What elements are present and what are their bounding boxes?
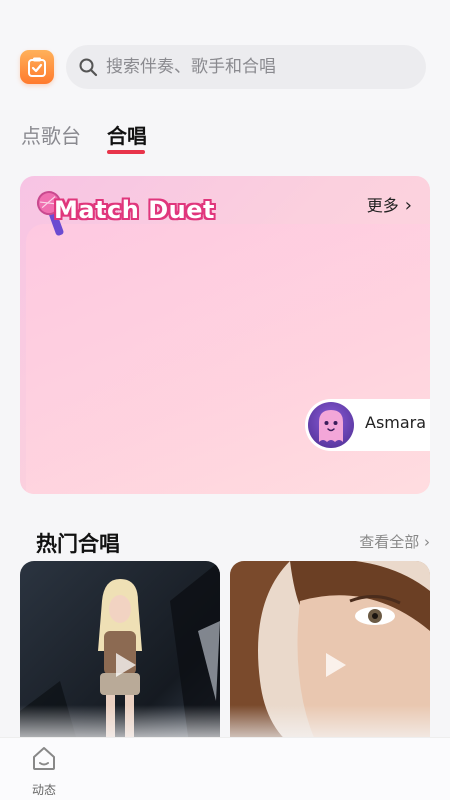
top-bar — [0, 0, 450, 110]
bottom-nav: 动态 — [0, 737, 450, 800]
view-all-label: 查看全部 — [359, 533, 420, 551]
tab-song-station[interactable]: 点歌台 — [21, 120, 81, 149]
more-label: 更多 — [366, 196, 399, 215]
tab-duet[interactable]: 合唱 — [107, 120, 147, 149]
matched-user-chip[interactable]: Asmara — [305, 399, 430, 451]
view-all-link[interactable]: 查看全部 › — [359, 531, 430, 552]
match-duet-banner[interactable]: Match Duet 更多 › Asmara — [20, 176, 430, 494]
active-tab-indicator — [107, 150, 145, 154]
chevron-right-icon: › — [424, 533, 430, 551]
search-icon — [79, 58, 98, 77]
nav-label: 动态 — [32, 783, 57, 797]
banner-title: Match Duet — [54, 196, 215, 224]
section-title: 热门合唱 — [36, 532, 120, 556]
search-bar[interactable] — [66, 45, 426, 89]
banner-background — [26, 224, 430, 494]
chevron-right-icon: › — [404, 195, 412, 216]
home-icon — [33, 747, 55, 770]
more-link[interactable]: 更多 › — [367, 192, 412, 216]
clipboard-check-icon[interactable] — [20, 50, 54, 84]
play-icon[interactable] — [318, 649, 350, 681]
tab-bar: 点歌台 合唱 — [0, 112, 450, 158]
user-name: Asmara — [365, 413, 427, 432]
search-input[interactable] — [106, 45, 406, 89]
play-icon[interactable] — [108, 649, 140, 681]
nav-item-feed[interactable]: 动态 — [22, 742, 66, 798]
avatar — [308, 402, 354, 448]
ghost-avatar-icon — [319, 410, 343, 442]
